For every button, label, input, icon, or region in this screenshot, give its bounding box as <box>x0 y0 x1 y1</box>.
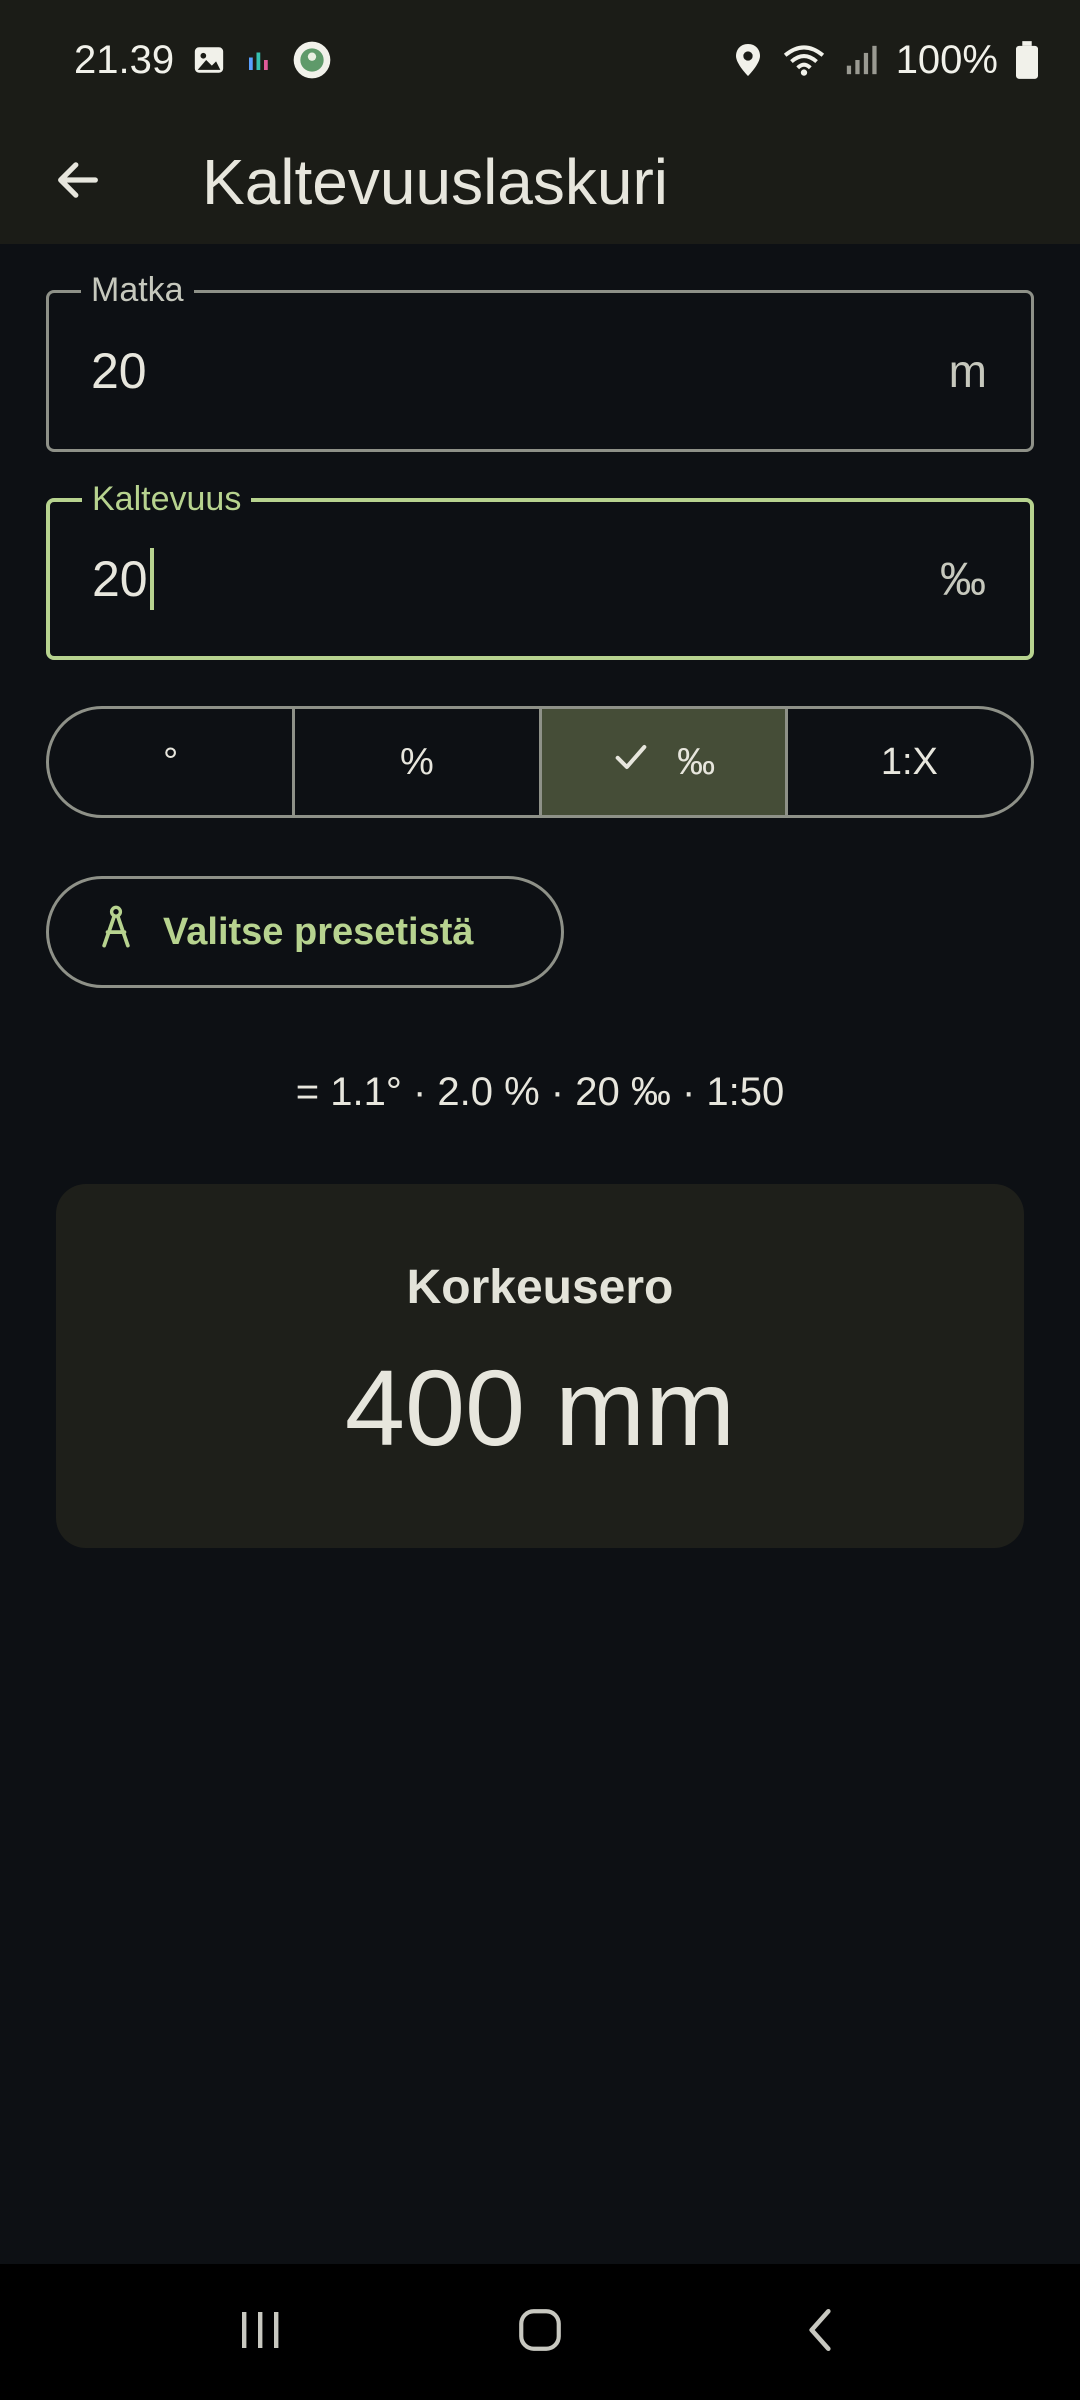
gallery-icon <box>192 43 226 77</box>
home-button[interactable] <box>480 2282 600 2382</box>
back-button[interactable] <box>38 142 118 222</box>
back-icon <box>800 2305 840 2360</box>
segment-percent[interactable]: % <box>295 709 542 815</box>
preset-button[interactable]: Valitse presetistä <box>46 876 564 988</box>
slope-field-label: Kaltevuus <box>82 480 252 519</box>
distance-input[interactable]: 20 <box>91 342 147 400</box>
distance-field-label: Matka <box>81 271 194 310</box>
text-cursor <box>149 548 154 610</box>
distance-value: 20 <box>91 343 147 399</box>
home-icon <box>515 2305 565 2360</box>
segment-label: ° <box>163 740 179 783</box>
unit-selector: ° % ‰ 1:X <box>46 706 1034 818</box>
status-right: 100% <box>732 38 1038 83</box>
preset-button-label: Valitse presetistä <box>163 910 474 953</box>
status-bar: 21.39 100% <box>0 0 1080 120</box>
slope-conversions: = 1.1° · 2.0 % · 20 ‰ · 1:50 <box>295 1070 785 1114</box>
segment-label: ‰ <box>677 740 716 783</box>
signal-icon <box>844 43 878 77</box>
status-left: 21.39 <box>74 38 332 83</box>
slope-input[interactable]: 20 <box>92 548 154 610</box>
check-icon <box>611 737 651 787</box>
slope-field[interactable]: Kaltevuus 20 ‰ <box>46 480 1034 660</box>
slope-value: 20 <box>92 551 148 607</box>
recent-apps-icon <box>236 2308 284 2357</box>
segment-permille[interactable]: ‰ <box>541 709 788 815</box>
page-title: Kaltevuuslaskuri <box>202 146 668 218</box>
slope-unit-suffix: ‰ <box>940 553 986 605</box>
app-badge-icon <box>292 40 332 80</box>
nav-back-button[interactable] <box>760 2282 880 2382</box>
recent-apps-button[interactable] <box>200 2282 320 2382</box>
segment-ratio[interactable]: 1:X <box>788 709 1031 815</box>
location-icon <box>732 41 764 79</box>
result-value: 400 mm <box>344 1347 736 1468</box>
battery-percentage: 100% <box>895 37 998 82</box>
wifi-icon <box>782 42 826 78</box>
segment-label: 1:X <box>880 740 938 783</box>
distance-unit-suffix: m <box>948 345 987 397</box>
segment-label: % <box>399 740 434 783</box>
battery-icon <box>1016 41 1038 79</box>
segment-degrees[interactable]: ° <box>49 709 296 815</box>
status-time: 21.39 <box>74 37 175 82</box>
arrow-back-icon <box>52 154 104 211</box>
compass-icon <box>99 905 133 959</box>
distance-field[interactable]: Matka 20 m <box>46 271 1034 452</box>
result-label: Korkeusero <box>406 1261 674 1314</box>
app-bar: Kaltevuuslaskuri <box>0 120 1080 244</box>
result-card: Korkeusero 400 mm <box>56 1184 1024 1548</box>
system-nav-bar <box>0 2264 1080 2400</box>
equalizer-icon <box>244 45 274 75</box>
